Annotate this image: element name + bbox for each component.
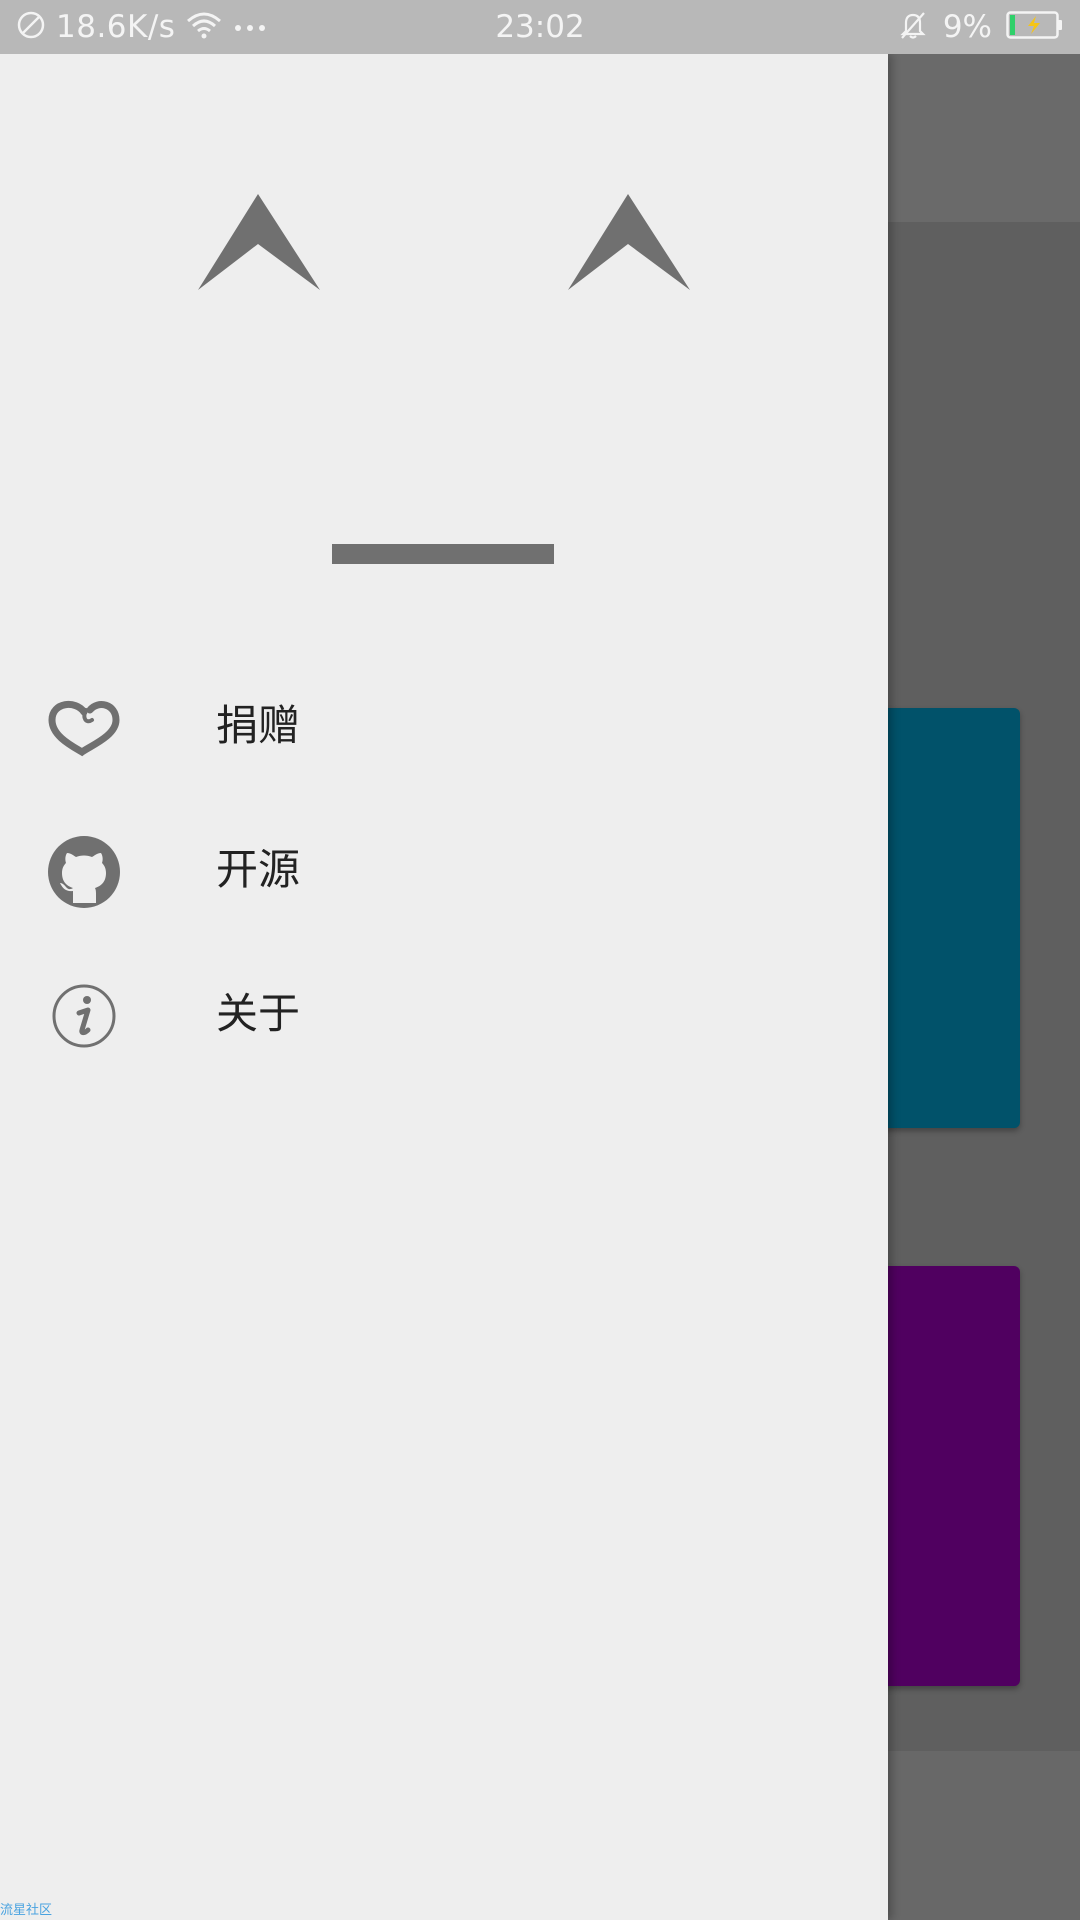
left-eye-icon	[198, 194, 320, 290]
heart-icon	[46, 690, 122, 766]
status-right: 9%	[897, 0, 1064, 54]
menu-item-about[interactable]: 关于	[0, 942, 888, 1086]
mouth-icon	[332, 544, 554, 564]
menu-item-open-source[interactable]: 开源	[0, 798, 888, 942]
watermark: 流星社区	[0, 1903, 53, 1918]
bell-off-icon	[897, 9, 929, 45]
menu-label: 开源	[216, 845, 301, 894]
menu-label: 关于	[216, 989, 301, 1038]
menu-label: 捐赠	[216, 701, 301, 750]
drawer-header-face	[0, 54, 888, 614]
battery-charging-icon	[1006, 11, 1064, 43]
battery-percent: 9%	[942, 9, 992, 45]
menu-item-donate[interactable]: 捐赠	[0, 654, 888, 798]
navigation-drawer: 捐赠 开源 关于 流星社区	[0, 54, 888, 1920]
status-bar: 18.6K/s 23:02 9%	[0, 0, 1080, 54]
info-icon	[46, 978, 122, 1054]
right-eye-icon	[568, 194, 690, 290]
drawer-menu: 捐赠 开源 关于	[0, 654, 888, 1086]
github-icon	[46, 834, 122, 910]
